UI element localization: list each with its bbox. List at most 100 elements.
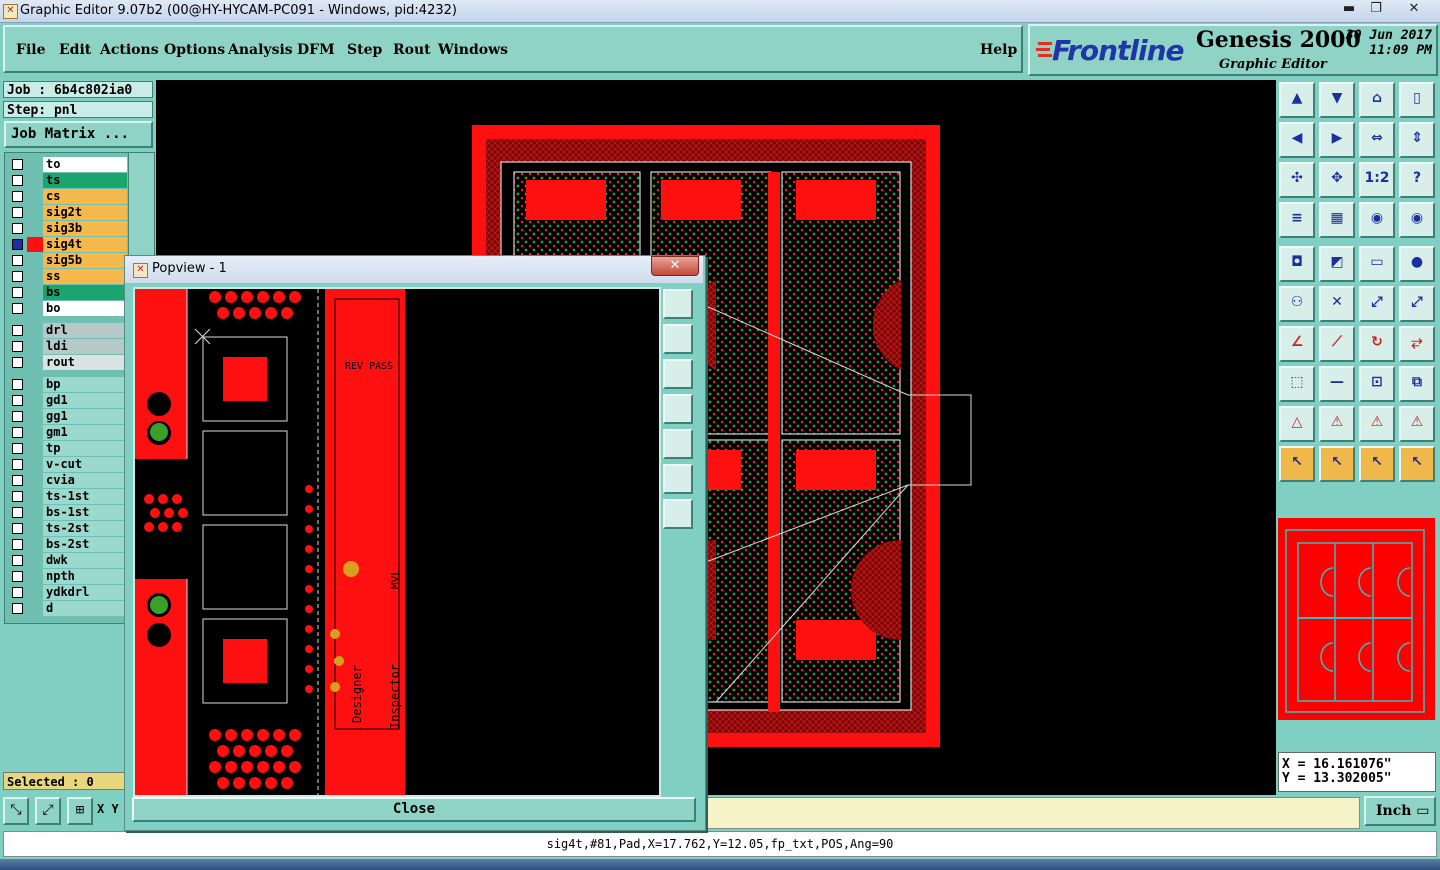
layer-row[interactable]: ss bbox=[8, 269, 127, 284]
layer-checkbox[interactable] bbox=[12, 523, 23, 534]
layer-name[interactable]: bs-2st bbox=[43, 537, 127, 552]
layer-checkbox[interactable] bbox=[12, 357, 23, 368]
tool-button-23[interactable]: ⤢ bbox=[1399, 286, 1435, 322]
tool-button-31[interactable]: ⧉ bbox=[1399, 366, 1435, 402]
menu-windows[interactable]: Windows bbox=[438, 42, 508, 58]
layer-row[interactable]: npth bbox=[8, 569, 127, 584]
tool-button-14[interactable]: ◉ bbox=[1359, 202, 1395, 238]
tool-button-38[interactable]: ↖ bbox=[1359, 446, 1395, 482]
layer-checkbox[interactable] bbox=[12, 303, 23, 314]
tool-button-10[interactable]: 1:2 bbox=[1359, 162, 1395, 198]
tool-button-15[interactable]: ◉ bbox=[1399, 202, 1435, 238]
tool-button-34[interactable]: ⚠ bbox=[1359, 406, 1395, 442]
maximize-button[interactable]: ❐ bbox=[1364, 0, 1388, 19]
popview-close-button[interactable]: Close bbox=[132, 797, 696, 822]
layer-checkbox[interactable] bbox=[12, 587, 23, 598]
popview-canvas[interactable]: Designer Inspector MVL REV PASS bbox=[133, 287, 661, 797]
layer-row[interactable]: d bbox=[8, 601, 127, 616]
menu-help[interactable]: Help bbox=[980, 42, 1017, 58]
layer-checkbox[interactable] bbox=[12, 341, 23, 352]
popview-right-button[interactable] bbox=[663, 429, 693, 459]
tool-button-1[interactable]: ▼ bbox=[1319, 82, 1355, 118]
popview-zoom-in-button[interactable] bbox=[663, 499, 693, 529]
layer-row[interactable]: ts-2st bbox=[8, 521, 127, 536]
popview-zoom-out-button[interactable] bbox=[663, 464, 693, 494]
tool-button-6[interactable]: ⇔ bbox=[1359, 122, 1395, 158]
layer-checkbox[interactable] bbox=[12, 191, 23, 202]
layer-checkbox[interactable] bbox=[12, 411, 23, 422]
layer-checkbox[interactable] bbox=[12, 255, 23, 266]
tool-button-35[interactable]: ⚠ bbox=[1399, 406, 1435, 442]
tool-button-5[interactable]: ▶ bbox=[1319, 122, 1355, 158]
layer-name[interactable]: bs bbox=[43, 285, 127, 300]
layer-checkbox[interactable] bbox=[12, 507, 23, 518]
layer-name[interactable]: ts-1st bbox=[43, 489, 127, 504]
layer-checkbox[interactable] bbox=[12, 475, 23, 486]
tool-button-30[interactable]: ⊡ bbox=[1359, 366, 1395, 402]
tool-button-33[interactable]: ⚠ bbox=[1319, 406, 1355, 442]
layer-name[interactable]: rout bbox=[43, 355, 127, 370]
tool-button-0[interactable]: ▲ bbox=[1279, 82, 1315, 118]
tool-button-27[interactable]: ⥂ bbox=[1399, 326, 1435, 362]
layer-row[interactable]: sig5b bbox=[8, 253, 127, 268]
layer-row[interactable]: sig2t bbox=[8, 205, 127, 220]
close-window-button[interactable]: ✕ bbox=[1390, 0, 1438, 19]
menu-edit[interactable]: Edit bbox=[59, 42, 91, 58]
layer-name[interactable]: ldi bbox=[43, 339, 127, 354]
layer-name[interactable]: drl bbox=[43, 323, 127, 338]
measure-button[interactable]: ⤢ bbox=[35, 797, 61, 825]
layer-row[interactable]: bo bbox=[8, 301, 127, 316]
layer-checkbox[interactable] bbox=[12, 603, 23, 614]
layer-checkbox[interactable] bbox=[12, 555, 23, 566]
layer-row[interactable]: v-cut bbox=[8, 457, 127, 472]
layer-name[interactable]: gd1 bbox=[43, 393, 127, 408]
menu-file[interactable]: File bbox=[16, 42, 45, 58]
menu-rout[interactable]: Rout bbox=[393, 42, 431, 58]
layer-name[interactable]: v-cut bbox=[43, 457, 127, 472]
layer-name[interactable]: tp bbox=[43, 441, 127, 456]
layer-checkbox[interactable] bbox=[12, 459, 23, 470]
layer-name[interactable]: d bbox=[43, 601, 127, 616]
tool-button-3[interactable]: ▯ bbox=[1399, 82, 1435, 118]
tool-button-26[interactable]: ↻ bbox=[1359, 326, 1395, 362]
layer-checkbox[interactable] bbox=[12, 443, 23, 454]
layer-row[interactable]: gm1 bbox=[8, 425, 127, 440]
layer-row[interactable]: bp bbox=[8, 377, 127, 392]
layer-name[interactable]: bo bbox=[43, 301, 127, 316]
tool-button-4[interactable]: ◀ bbox=[1279, 122, 1315, 158]
layer-row[interactable]: ts bbox=[8, 173, 127, 188]
menu-dfm[interactable]: DFM bbox=[297, 42, 335, 58]
layer-name[interactable]: ydkdrl bbox=[43, 585, 127, 600]
layer-row[interactable]: bs-1st bbox=[8, 505, 127, 520]
layer-row[interactable]: gd1 bbox=[8, 393, 127, 408]
layer-name[interactable]: ts-2st bbox=[43, 521, 127, 536]
tool-button-22[interactable]: ⤢ bbox=[1359, 286, 1395, 322]
layer-name[interactable]: dwk bbox=[43, 553, 127, 568]
layer-checkbox[interactable] bbox=[12, 239, 23, 250]
layer-row[interactable]: ydkdrl bbox=[8, 585, 127, 600]
tool-button-28[interactable]: ⬚ bbox=[1279, 366, 1315, 402]
layer-checkbox[interactable] bbox=[12, 395, 23, 406]
tool-button-25[interactable]: ⟋ bbox=[1319, 326, 1355, 362]
tool-button-18[interactable]: ▭ bbox=[1359, 246, 1395, 282]
layer-checkbox[interactable] bbox=[12, 159, 23, 170]
menu-step[interactable]: Step bbox=[347, 42, 382, 58]
layer-name[interactable]: to bbox=[43, 157, 127, 172]
layer-row[interactable]: sig3b bbox=[8, 221, 127, 236]
layer-name[interactable]: ts bbox=[43, 173, 127, 188]
layer-checkbox[interactable] bbox=[12, 539, 23, 550]
popview-fit-button[interactable] bbox=[663, 289, 693, 319]
tool-button-39[interactable]: ↖ bbox=[1399, 446, 1435, 482]
layer-name[interactable]: sig4t bbox=[43, 237, 127, 252]
tool-button-17[interactable]: ◩ bbox=[1319, 246, 1355, 282]
layer-row[interactable]: ts-1st bbox=[8, 489, 127, 504]
layer-row[interactable]: drl bbox=[8, 323, 127, 338]
command-line[interactable] bbox=[700, 797, 1360, 829]
job-matrix-button[interactable]: Job Matrix ... bbox=[4, 121, 153, 148]
layer-name[interactable]: bs-1st bbox=[43, 505, 127, 520]
layer-name[interactable]: sig5b bbox=[43, 253, 127, 268]
tool-button-29[interactable]: — bbox=[1319, 366, 1355, 402]
layer-name[interactable]: gm1 bbox=[43, 425, 127, 440]
layer-row[interactable]: ldi bbox=[8, 339, 127, 354]
layer-checkbox[interactable] bbox=[12, 491, 23, 502]
